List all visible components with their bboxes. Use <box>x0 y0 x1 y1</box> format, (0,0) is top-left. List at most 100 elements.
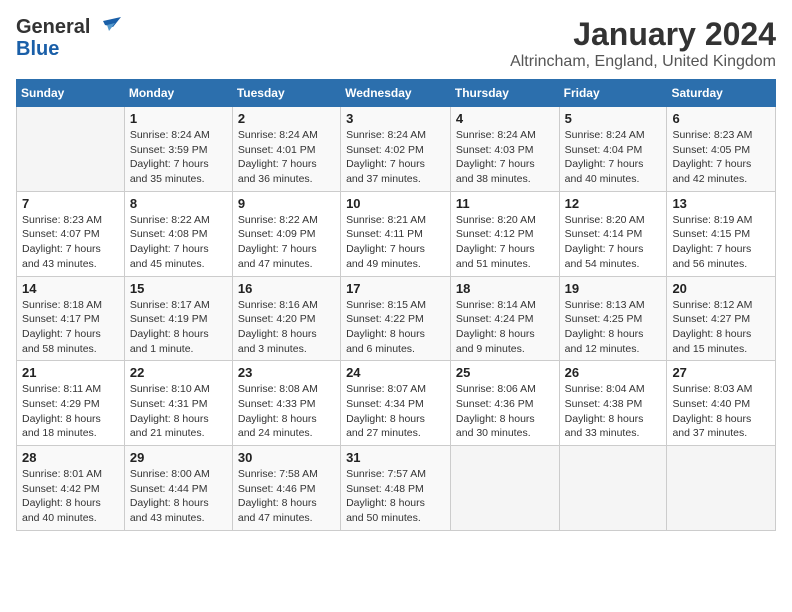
day-cell: 21 Sunrise: 8:11 AMSunset: 4:29 PMDayligh… <box>17 361 125 446</box>
calendar-table: SundayMondayTuesdayWednesdayThursdayFrid… <box>16 79 776 531</box>
day-detail: Sunrise: 8:08 AMSunset: 4:33 PMDaylight:… <box>238 382 335 441</box>
day-number: 7 <box>22 196 119 211</box>
day-detail: Sunrise: 8:24 AMSunset: 4:03 PMDaylight:… <box>456 128 554 187</box>
day-cell: 28 Sunrise: 8:01 AMSunset: 4:42 PMDayligh… <box>17 446 125 531</box>
day-number: 15 <box>130 281 227 296</box>
day-cell: 22 Sunrise: 8:10 AMSunset: 4:31 PMDayligh… <box>124 361 232 446</box>
day-number: 19 <box>565 281 662 296</box>
header-cell-saturday: Saturday <box>667 80 776 107</box>
day-cell: 16 Sunrise: 8:16 AMSunset: 4:20 PMDayligh… <box>232 276 340 361</box>
day-cell: 30Sunrise: 7:58 AMSunset: 4:46 PMDayligh… <box>232 446 340 531</box>
day-number: 11 <box>456 196 554 211</box>
day-cell: 2 Sunrise: 8:24 AMSunset: 4:01 PMDaylight… <box>232 107 340 192</box>
week-row-1: 1Sunrise: 8:24 AMSunset: 3:59 PMDaylight… <box>17 107 776 192</box>
day-detail: Sunrise: 8:10 AMSunset: 4:31 PMDaylight:… <box>130 382 227 441</box>
day-detail: Sunrise: 7:58 AMSunset: 4:46 PMDaylight:… <box>238 467 335 526</box>
day-detail: Sunrise: 8:24 AMSunset: 4:01 PMDaylight:… <box>238 128 335 187</box>
day-cell: 24Sunrise: 8:07 AMSunset: 4:34 PMDayligh… <box>341 361 451 446</box>
day-detail: Sunrise: 8:11 AMSunset: 4:29 PMDaylight:… <box>22 382 119 441</box>
header-cell-monday: Monday <box>124 80 232 107</box>
day-cell: 23 Sunrise: 8:08 AMSunset: 4:33 PMDayligh… <box>232 361 340 446</box>
day-cell: 4 Sunrise: 8:24 AMSunset: 4:03 PMDaylight… <box>450 107 559 192</box>
day-number: 20 <box>672 281 770 296</box>
day-cell: 7 Sunrise: 8:23 AMSunset: 4:07 PMDaylight… <box>17 191 125 276</box>
day-number: 5 <box>565 111 662 126</box>
header-cell-friday: Friday <box>559 80 667 107</box>
day-number: 23 <box>238 365 335 380</box>
day-number: 25 <box>456 365 554 380</box>
day-number: 28 <box>22 450 119 465</box>
day-detail: Sunrise: 8:07 AMSunset: 4:34 PMDaylight:… <box>346 382 445 441</box>
day-number: 9 <box>238 196 335 211</box>
day-detail: Sunrise: 8:21 AMSunset: 4:11 PMDaylight:… <box>346 213 445 272</box>
day-cell: 18Sunrise: 8:14 AMSunset: 4:24 PMDayligh… <box>450 276 559 361</box>
day-number: 12 <box>565 196 662 211</box>
day-cell: 11Sunrise: 8:20 AMSunset: 4:12 PMDayligh… <box>450 191 559 276</box>
day-number: 16 <box>238 281 335 296</box>
header-cell-thursday: Thursday <box>450 80 559 107</box>
day-detail: Sunrise: 8:04 AMSunset: 4:38 PMDaylight:… <box>565 382 662 441</box>
day-detail: Sunrise: 8:18 AMSunset: 4:17 PMDaylight:… <box>22 298 119 357</box>
day-cell: 3 Sunrise: 8:24 AMSunset: 4:02 PMDaylight… <box>341 107 451 192</box>
day-cell: 5 Sunrise: 8:24 AMSunset: 4:04 PMDaylight… <box>559 107 667 192</box>
day-detail: Sunrise: 7:57 AMSunset: 4:48 PMDaylight:… <box>346 467 445 526</box>
day-detail: Sunrise: 8:23 AMSunset: 4:05 PMDaylight:… <box>672 128 770 187</box>
day-detail: Sunrise: 8:24 AMSunset: 3:59 PMDaylight:… <box>130 128 227 187</box>
day-detail: Sunrise: 8:01 AMSunset: 4:42 PMDaylight:… <box>22 467 119 526</box>
day-detail: Sunrise: 8:24 AMSunset: 4:04 PMDaylight:… <box>565 128 662 187</box>
day-detail: Sunrise: 8:12 AMSunset: 4:27 PMDaylight:… <box>672 298 770 357</box>
header-cell-sunday: Sunday <box>17 80 125 107</box>
day-detail: Sunrise: 8:17 AMSunset: 4:19 PMDaylight:… <box>130 298 227 357</box>
day-cell: 20 Sunrise: 8:12 AMSunset: 4:27 PMDayligh… <box>667 276 776 361</box>
day-number: 22 <box>130 365 227 380</box>
day-detail: Sunrise: 8:16 AMSunset: 4:20 PMDaylight:… <box>238 298 335 357</box>
header-cell-tuesday: Tuesday <box>232 80 340 107</box>
day-number: 2 <box>238 111 335 126</box>
day-number: 6 <box>672 111 770 126</box>
day-detail: Sunrise: 8:03 AMSunset: 4:40 PMDaylight:… <box>672 382 770 441</box>
day-cell: 1Sunrise: 8:24 AMSunset: 3:59 PMDaylight… <box>124 107 232 192</box>
week-row-2: 7 Sunrise: 8:23 AMSunset: 4:07 PMDaylight… <box>17 191 776 276</box>
day-number: 10 <box>346 196 445 211</box>
day-cell: 25 Sunrise: 8:06 AMSunset: 4:36 PMDayligh… <box>450 361 559 446</box>
day-number: 31 <box>346 450 445 465</box>
calendar-subtitle: Altrincham, England, United Kingdom <box>510 53 776 71</box>
day-detail: Sunrise: 8:13 AMSunset: 4:25 PMDaylight:… <box>565 298 662 357</box>
day-cell <box>17 107 125 192</box>
day-cell: 19 Sunrise: 8:13 AMSunset: 4:25 PMDayligh… <box>559 276 667 361</box>
logo-bird-icon <box>93 17 121 37</box>
day-cell: 10 Sunrise: 8:21 AMSunset: 4:11 PMDayligh… <box>341 191 451 276</box>
day-number: 18 <box>456 281 554 296</box>
day-number: 8 <box>130 196 227 211</box>
logo-general: General <box>16 16 90 38</box>
day-number: 4 <box>456 111 554 126</box>
day-number: 21 <box>22 365 119 380</box>
day-cell: 31 Sunrise: 7:57 AMSunset: 4:48 PMDayligh… <box>341 446 451 531</box>
day-number: 26 <box>565 365 662 380</box>
week-row-5: 28 Sunrise: 8:01 AMSunset: 4:42 PMDayligh… <box>17 446 776 531</box>
day-cell: 9Sunrise: 8:22 AMSunset: 4:09 PMDaylight… <box>232 191 340 276</box>
day-cell: 6 Sunrise: 8:23 AMSunset: 4:05 PMDaylight… <box>667 107 776 192</box>
week-row-3: 14 Sunrise: 8:18 AMSunset: 4:17 PMDayligh… <box>17 276 776 361</box>
day-cell: 26 Sunrise: 8:04 AMSunset: 4:38 PMDayligh… <box>559 361 667 446</box>
day-number: 3 <box>346 111 445 126</box>
day-detail: Sunrise: 8:23 AMSunset: 4:07 PMDaylight:… <box>22 213 119 272</box>
day-cell: 12Sunrise: 8:20 AMSunset: 4:14 PMDayligh… <box>559 191 667 276</box>
day-cell: 17Sunrise: 8:15 AMSunset: 4:22 PMDayligh… <box>341 276 451 361</box>
day-detail: Sunrise: 8:24 AMSunset: 4:02 PMDaylight:… <box>346 128 445 187</box>
day-detail: Sunrise: 8:06 AMSunset: 4:36 PMDaylight:… <box>456 382 554 441</box>
day-detail: Sunrise: 8:19 AMSunset: 4:15 PMDaylight:… <box>672 213 770 272</box>
day-number: 29 <box>130 450 227 465</box>
day-cell <box>450 446 559 531</box>
header-cell-wednesday: Wednesday <box>341 80 451 107</box>
day-detail: Sunrise: 8:15 AMSunset: 4:22 PMDaylight:… <box>346 298 445 357</box>
day-detail: Sunrise: 8:00 AMSunset: 4:44 PMDaylight:… <box>130 467 227 526</box>
day-cell: 27Sunrise: 8:03 AMSunset: 4:40 PMDayligh… <box>667 361 776 446</box>
day-cell: 8 Sunrise: 8:22 AMSunset: 4:08 PMDaylight… <box>124 191 232 276</box>
day-number: 14 <box>22 281 119 296</box>
day-number: 13 <box>672 196 770 211</box>
day-cell: 15 Sunrise: 8:17 AMSunset: 4:19 PMDayligh… <box>124 276 232 361</box>
day-detail: Sunrise: 8:22 AMSunset: 4:08 PMDaylight:… <box>130 213 227 272</box>
day-cell <box>667 446 776 531</box>
day-cell: 14 Sunrise: 8:18 AMSunset: 4:17 PMDayligh… <box>17 276 125 361</box>
